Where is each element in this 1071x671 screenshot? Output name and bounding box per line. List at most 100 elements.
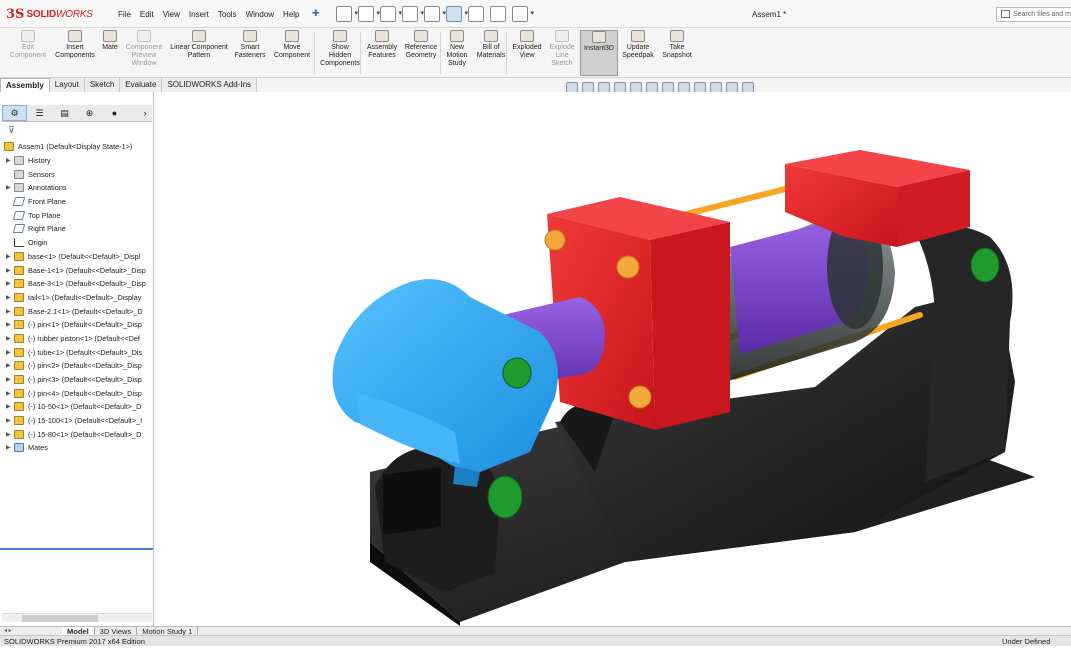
expand-arrow-icon[interactable]: ▶	[6, 362, 14, 369]
expand-arrow-icon[interactable]: ▶	[6, 321, 14, 328]
expand-arrow-icon[interactable]: ▶	[6, 308, 14, 315]
expand-arrow-icon[interactable]: ▶	[6, 390, 14, 397]
menu-window[interactable]: Window	[246, 10, 274, 19]
menu-help[interactable]: Help	[283, 10, 299, 19]
file-properties-icon[interactable]	[490, 6, 506, 22]
expand-arrow-icon[interactable]: ▶	[6, 376, 14, 383]
tree-item[interactable]: ▶ (-) rubber piston<1> (Default<<Def	[0, 332, 154, 346]
expand-arrow-icon[interactable]: ▶	[6, 294, 14, 301]
insert-components-button[interactable]: Insert Components	[52, 30, 98, 60]
tab-layout[interactable]: Layout	[49, 78, 85, 92]
pin-icon[interactable]: ✚	[312, 8, 322, 18]
tree-item[interactable]: ▶ tail<1> (Default<<Default>_Display	[0, 291, 154, 305]
tab-motion-study-1[interactable]: Motion Study 1	[137, 627, 199, 636]
tree-item[interactable]: ▶ (-) 10-50<1> (Default<<Default>_D	[0, 400, 154, 414]
expand-arrow-icon[interactable]: ▶	[6, 157, 14, 164]
move-component-button[interactable]: Move Component	[270, 30, 314, 60]
print-icon[interactable]	[402, 6, 424, 22]
display-manager-tab-icon[interactable]: ●	[102, 105, 127, 121]
graphics-area[interactable]	[155, 92, 1071, 626]
bill-of-materials-button[interactable]: Bill of Materials	[474, 30, 508, 60]
save-icon[interactable]	[380, 6, 402, 22]
update-speedpak-button[interactable]: Update Speedpak	[620, 30, 656, 60]
tree-item[interactable]: Sensors	[0, 167, 154, 181]
expand-arrow-icon[interactable]: ▶	[6, 184, 14, 191]
tree-item[interactable]: Origin	[0, 236, 154, 250]
tree-item[interactable]: ▶ (-) pin<2> (Default<<Default>_Disp	[0, 359, 154, 373]
explode-line-sketch-button[interactable]: Explode Line Sketch	[547, 30, 577, 68]
menu-view[interactable]: View	[163, 10, 180, 19]
edit-component-button[interactable]: Edit Component	[8, 30, 48, 60]
expand-arrow-icon[interactable]: ▶	[6, 253, 14, 260]
show-hidden-components-button[interactable]: Show Hidden Components	[317, 30, 363, 68]
tree-item[interactable]: ▶ Base-2.1<1> (Default<<Default>_D	[0, 304, 154, 318]
expand-arrow-icon[interactable]: ▶	[6, 335, 14, 342]
expand-arrow-icon[interactable]: ▶	[6, 280, 14, 287]
tab-3d-views[interactable]: 3D Views	[95, 627, 138, 636]
tree-item[interactable]: ▶ (-) pin<1> (Default<<Default>_Disp	[0, 318, 154, 332]
tab-sketch[interactable]: Sketch	[84, 78, 121, 92]
new-document-icon[interactable]	[336, 6, 358, 22]
tree-item[interactable]: ▶ (-) pin<4> (Default<<Default>_Disp	[0, 386, 154, 400]
scrollbar-thumb[interactable]	[22, 615, 98, 622]
tree-item[interactable]: ▶ Annotations	[0, 181, 154, 195]
tree-item[interactable]: ▶ History	[0, 154, 154, 168]
menu-tools[interactable]: Tools	[218, 10, 237, 19]
search-input[interactable]: Search files and m	[996, 7, 1071, 22]
tree-item[interactable]: Front Plane	[0, 195, 154, 209]
tab-solidworks-add-ins[interactable]: SOLIDWORKS Add-Ins	[162, 78, 258, 92]
open-folder-icon[interactable]	[358, 6, 380, 22]
tab-assembly[interactable]: Assembly	[0, 78, 50, 92]
tab-navigation-arrows[interactable]: ◂ ▸	[0, 627, 62, 635]
linear-component-pattern-button[interactable]: Linear Component Pattern	[167, 30, 231, 60]
dimxpert-manager-tab-icon[interactable]: ⊕	[77, 105, 102, 121]
tree-item[interactable]: Top Plane	[0, 208, 154, 222]
menu-file[interactable]: File	[118, 10, 131, 19]
undo-icon[interactable]	[424, 6, 446, 22]
tab-model[interactable]: Model	[62, 627, 95, 636]
select-cursor-icon[interactable]	[446, 6, 468, 22]
tree-root-assembly[interactable]: Assem1 (Default<Display State-1>)	[0, 140, 154, 154]
traffic-light-icon[interactable]	[468, 6, 484, 22]
tree-item[interactable]: Right Plane	[0, 222, 154, 236]
expand-arrow-icon[interactable]: ▶	[6, 444, 14, 451]
new-motion-study-button[interactable]: New Motion Study	[443, 30, 471, 68]
reference-geometry-button[interactable]: Reference Geometry	[401, 30, 441, 60]
solidworks-logo[interactable]: 3S SOLIDWORKS	[6, 6, 93, 22]
menu-edit[interactable]: Edit	[140, 10, 154, 19]
tree-item[interactable]: ▶ (-) 15-80<1> (Default<<Default>_D	[0, 427, 154, 441]
panel-splitter[interactable]	[0, 548, 153, 550]
exploded-view-button[interactable]: Exploded View	[509, 30, 545, 60]
options-gear-icon[interactable]	[512, 6, 534, 22]
expand-arrow-icon[interactable]: ▶	[6, 417, 14, 424]
tab-evaluate[interactable]: Evaluate	[120, 78, 163, 92]
assembly-model[interactable]	[155, 92, 1071, 626]
horizontal-scrollbar[interactable]	[2, 613, 152, 622]
tree-item[interactable]: ▶ base<1> (Default<<Default>_Displ	[0, 250, 154, 264]
tree-item[interactable]: ▶ (-) tube<1> (Default<<Default>_Dis	[0, 345, 154, 359]
feature-manager-tab-icon[interactable]: ⚙	[2, 105, 27, 121]
ribbon-label-line: Edit	[21, 44, 35, 51]
tree-item[interactable]: ▶ (-) 15-100<1> (Default<<Default>_I	[0, 414, 154, 428]
configuration-manager-tab-icon[interactable]: ▤	[52, 105, 77, 121]
expand-arrow-icon[interactable]: ▶	[6, 403, 14, 410]
take-snapshot-button[interactable]: Take Snapshot	[660, 30, 694, 60]
menu-insert[interactable]: Insert	[189, 10, 209, 19]
expand-arrow-icon[interactable]: ▶	[6, 431, 14, 438]
expand-arrow-icon[interactable]: ▶	[6, 267, 14, 274]
smart-fasteners-button[interactable]: Smart Fasteners	[232, 30, 268, 60]
chevron-right-icon[interactable]: ›	[138, 105, 152, 121]
expand-arrow-icon[interactable]: ▶	[6, 349, 14, 356]
filter-icon[interactable]: ⊽	[8, 125, 15, 136]
property-manager-tab-icon[interactable]: ☰	[27, 105, 52, 121]
tree-item[interactable]: ▶ Base-1<1> (Default<<Default>_Disp	[0, 263, 154, 277]
tree-item[interactable]: ▶ Base-3<1> (Default<<Default>_Disp	[0, 277, 154, 291]
ribbon-label-line: Insert	[66, 44, 84, 51]
ribbon-label-line: Instant3D	[584, 45, 614, 52]
tree-item[interactable]: ▶ (-) pin<3> (Default<<Default>_Disp	[0, 373, 154, 387]
tree-item[interactable]: ▶ Mates	[0, 441, 154, 455]
instant3d-button[interactable]: Instant3D	[580, 30, 618, 76]
mate-button[interactable]: Mate	[99, 30, 121, 52]
component-preview-window-button[interactable]: Component Preview Window	[123, 30, 165, 68]
assembly-features-button[interactable]: Assembly Features	[364, 30, 400, 60]
